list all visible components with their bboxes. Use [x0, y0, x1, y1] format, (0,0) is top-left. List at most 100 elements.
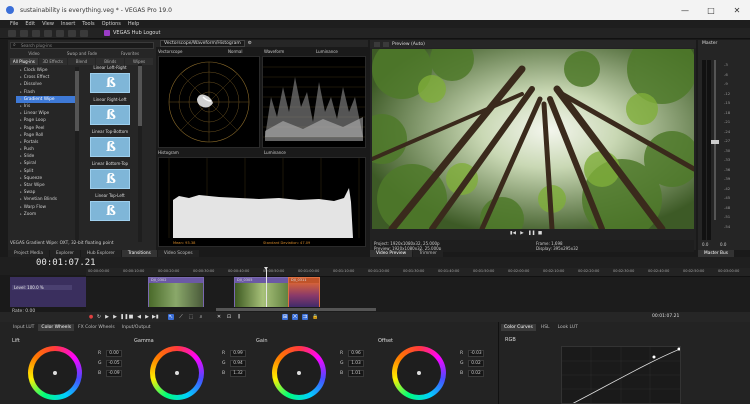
tab-input-lut[interactable]: Input LUT — [10, 324, 37, 331]
offset-g-field[interactable]: 0.02 — [468, 359, 484, 367]
selection-tool-icon[interactable]: ⬚ — [188, 314, 194, 320]
plugin-list-item[interactable]: Spiral — [16, 160, 76, 167]
plugin-list-item[interactable]: Gradient Wipe — [16, 95, 76, 103]
histogram-mode-dropdown[interactable]: Luminance — [264, 150, 286, 155]
stop-icon[interactable]: ■ — [128, 314, 134, 320]
fader-handle[interactable] — [711, 140, 719, 144]
tab-favorites[interactable]: Favorites — [106, 51, 154, 57]
lift-color-wheel[interactable] — [28, 346, 82, 400]
split-icon[interactable]: ⫼ — [236, 314, 242, 320]
tab-trimmer[interactable]: Trimmer — [413, 250, 443, 257]
auto-crossfade-icon[interactable]: ⨉ — [292, 314, 298, 320]
gain-b-field[interactable]: 1.01 — [348, 369, 364, 377]
plugin-list-item[interactable]: Venetian Blinds — [16, 196, 76, 203]
tab-transitions[interactable]: Transitions — [121, 250, 157, 257]
wheel-handle[interactable] — [53, 371, 57, 375]
close-button[interactable]: ✕ — [724, 0, 750, 20]
gamma-b-field[interactable]: 1.32 — [230, 369, 246, 377]
tab-color-wheels[interactable]: Color Wheels — [38, 324, 75, 331]
waveform-mode-dropdown[interactable]: Luminance — [316, 49, 338, 54]
video-track[interactable]: DJI_0302 DJI_0305 DJI_0311 — [86, 277, 750, 308]
tab-explorer[interactable]: Explorer — [49, 250, 80, 257]
plugin-list-item[interactable]: Swap — [16, 189, 76, 196]
play-icon[interactable]: ▶ — [112, 314, 118, 320]
menu-view[interactable]: View — [42, 21, 54, 27]
scrollbar-thumb[interactable] — [216, 308, 376, 311]
play-button[interactable]: ▶ — [519, 231, 525, 236]
tab-input-output[interactable]: Input/Output — [119, 324, 154, 331]
open-icon[interactable] — [20, 29, 28, 37]
stop-button[interactable]: ■ — [537, 231, 543, 236]
gain-g-field[interactable]: 1.03 — [348, 359, 364, 367]
lock-envelopes-icon[interactable]: 🔒 — [312, 314, 318, 320]
wheel-handle[interactable] — [175, 371, 179, 375]
lift-g-field[interactable]: -0.05 — [106, 359, 122, 367]
auto-ripple-icon[interactable]: ⇉ — [302, 314, 308, 320]
offset-b-field[interactable]: 0.02 — [468, 369, 484, 377]
plugin-list-item[interactable]: Zoom — [16, 211, 76, 218]
plugin-search-input[interactable]: ⌕ Search plug-ins — [10, 42, 154, 49]
pause-icon[interactable]: ❚❚ — [120, 314, 128, 320]
tab-fx-color-wheels[interactable]: FX Color Wheels — [75, 324, 118, 331]
save-icon[interactable] — [32, 29, 40, 37]
rgb-curve-editor[interactable] — [561, 346, 681, 404]
plugin-list-item[interactable]: Dissolve — [16, 81, 76, 88]
tab-all-plugins[interactable]: All Plug-ins — [10, 58, 38, 65]
plugin-list-item[interactable]: Warp Flow — [16, 204, 76, 211]
transition-preset[interactable]: Linear Right-Left ß — [86, 96, 134, 127]
preset-scrollbar[interactable] — [138, 64, 142, 242]
undo-icon[interactable] — [56, 29, 64, 37]
tab-hub-explorer[interactable]: Hub Explorer — [80, 250, 121, 257]
maximize-button[interactable]: □ — [698, 0, 724, 20]
tab-swap-and-fade[interactable]: Swap and Fade — [58, 51, 106, 57]
zoom-tool-icon[interactable]: ⌕ — [198, 314, 204, 320]
play-from-start-icon[interactable]: ▶ — [104, 314, 110, 320]
vegas-hub-button[interactable]: VEGAS Hub Logout — [104, 30, 160, 36]
video-clip-1[interactable]: DJI_0302 — [148, 277, 204, 308]
envelope-tool-icon[interactable]: ⟋ — [178, 314, 184, 320]
plugin-list-item[interactable]: Squeeze — [16, 175, 76, 182]
go-to-end-icon[interactable]: ▶▮ — [152, 314, 159, 320]
tab-3d-effects[interactable]: 3D Effects — [38, 58, 67, 65]
plugin-list-item[interactable]: Iris — [16, 103, 76, 110]
next-frame-icon[interactable]: ▶ — [144, 314, 150, 320]
plugin-list-item[interactable]: Page Loop — [16, 117, 76, 124]
master-fader[interactable] — [711, 60, 719, 220]
scrollbar-thumb[interactable] — [75, 71, 79, 131]
record-icon[interactable]: ● — [88, 314, 94, 320]
tab-look-lut[interactable]: Look LUT — [555, 324, 581, 331]
lift-r-field[interactable]: 0.00 — [106, 349, 122, 357]
transition-preset[interactable]: Linear Top-Bottom ß — [86, 128, 134, 159]
tab-video-scopes[interactable]: Video Scopes — [157, 250, 199, 257]
menu-tools[interactable]: Tools — [82, 21, 94, 27]
plugin-list-item[interactable]: Slide — [16, 153, 76, 160]
plugin-list-item[interactable]: Star Wipe — [16, 182, 76, 189]
wheel-handle[interactable] — [297, 371, 301, 375]
gain-r-field[interactable]: 0.96 — [348, 349, 364, 357]
timeline-ruler[interactable]: 00:00:00:00 00:00:10:00 00:00:20:00 00:00:3… — [86, 268, 750, 277]
lift-b-field[interactable]: -0.09 — [106, 369, 122, 377]
track-level-slider[interactable]: Level: 100.0 % — [12, 285, 72, 290]
tab-project-media[interactable]: Project Media — [8, 250, 49, 257]
plugin-list-item[interactable]: Page Peel — [16, 125, 76, 132]
menu-file[interactable]: File — [10, 21, 18, 27]
transition-preset[interactable]: Linear Top-Left Diagonalß — [86, 192, 134, 223]
tab-video-preview[interactable]: Video Preview — [370, 250, 413, 257]
video-clip-3[interactable]: DJI_0311 — [288, 277, 320, 308]
loop-icon[interactable]: ↻ — [96, 314, 102, 320]
snapping-icon[interactable]: ⊞ — [282, 314, 288, 320]
tab-video[interactable]: Video — [10, 51, 58, 57]
plugin-list-scrollbar[interactable] — [75, 67, 79, 242]
timeline-timecode[interactable]: 00:01:07.21 — [36, 258, 96, 268]
delete-icon[interactable]: ✕ — [216, 314, 222, 320]
plugin-list-item[interactable]: Push — [16, 146, 76, 153]
scope-settings-icon[interactable]: ⚙ — [248, 41, 252, 46]
tab-master-bus[interactable]: Master Bus — [698, 250, 734, 257]
transition-preset[interactable]: Linear Left-Right ß — [86, 64, 134, 95]
video-track-header[interactable]: Level: 100.0 % — [10, 277, 86, 307]
transition-preset[interactable]: Linear Bottom-Top ß — [86, 160, 134, 191]
split-screen-icon[interactable] — [383, 41, 389, 47]
plugin-list-item[interactable]: Linear Wipe — [16, 110, 76, 117]
new-project-icon[interactable] — [8, 29, 16, 37]
plugin-list-item[interactable]: Flash — [16, 89, 76, 96]
